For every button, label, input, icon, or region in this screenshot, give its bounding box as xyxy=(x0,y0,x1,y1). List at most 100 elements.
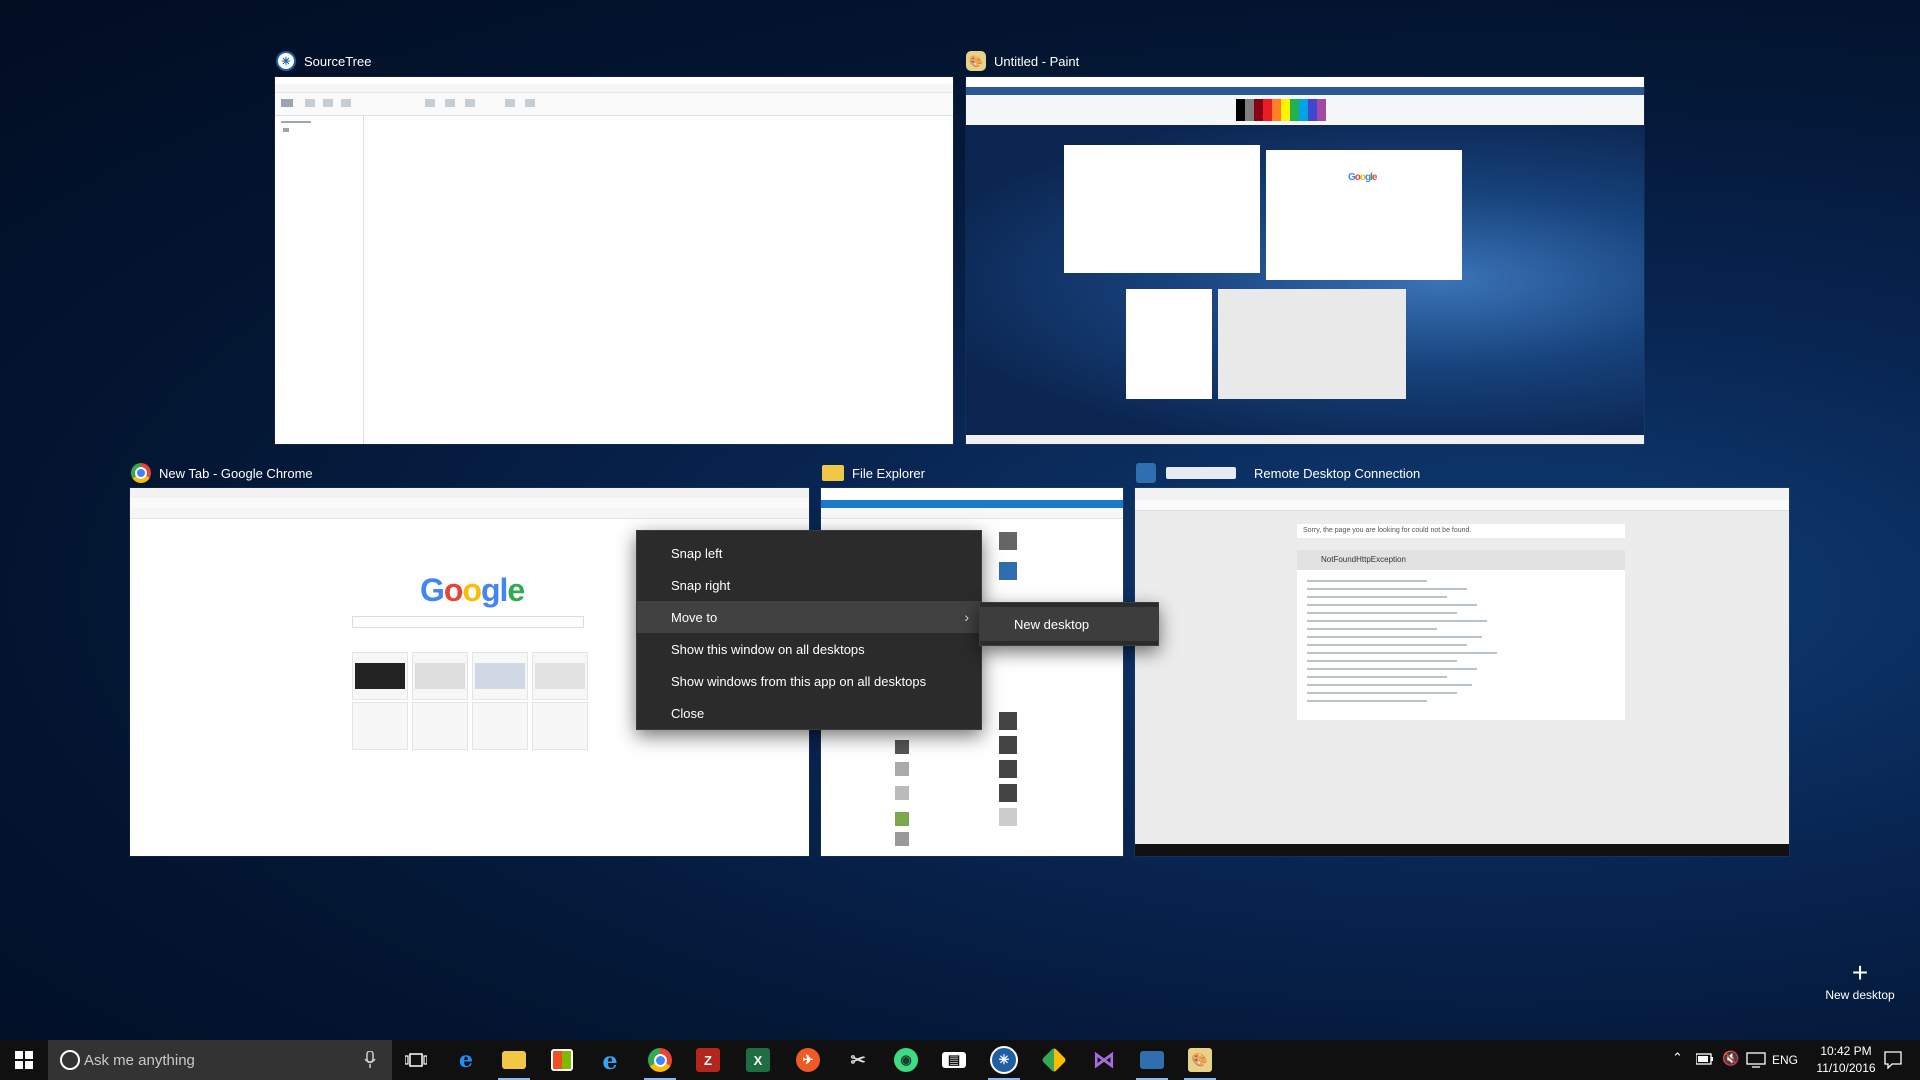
paint-inner-remote-thumb xyxy=(1218,289,1406,399)
menu-snap-left[interactable]: Snap left xyxy=(637,537,981,569)
menu-close[interactable]: Close xyxy=(637,697,981,729)
chrome-tile[interactable] xyxy=(412,702,468,750)
taskbar-excel-app[interactable]: X xyxy=(734,1040,782,1080)
language-indicator[interactable]: ENG xyxy=(1770,1053,1800,1067)
remote-title-text: Remote Desktop Connection xyxy=(1254,465,1421,481)
network-icon[interactable] xyxy=(1746,1052,1766,1068)
menu-show-window-all-desktops[interactable]: Show this window on all desktops xyxy=(637,633,981,665)
remote-stacktrace xyxy=(1297,570,1625,720)
taskbar-remote-desktop[interactable] xyxy=(1128,1040,1176,1080)
explorer-ribbon-tabs xyxy=(821,500,1123,508)
paint-ribbon-tabs xyxy=(966,87,1644,95)
move-to-submenu: New desktop xyxy=(979,602,1159,646)
remote-thumbnail[interactable]: Sorry, the page you are looking for coul… xyxy=(1135,488,1789,856)
task-view-button[interactable] xyxy=(392,1040,440,1080)
microphone-icon[interactable] xyxy=(364,1051,376,1069)
tools-icon: ✂ xyxy=(850,1049,866,1070)
taskbar-chrome[interactable] xyxy=(636,1040,684,1080)
explorer-file-list xyxy=(997,528,1117,848)
menu-snap-right[interactable]: Snap right xyxy=(637,569,981,601)
taskbar-sourcetree[interactable]: ✳ xyxy=(980,1040,1028,1080)
remote-browser-address xyxy=(1135,500,1789,511)
taskbar: Ask me anything e e Z X ✈ ✂ ◉ ▤ ✳ ⋈ 🎨 ⌃ … xyxy=(0,1040,1920,1080)
remote-inner-taskbar xyxy=(1135,844,1789,856)
store-icon xyxy=(551,1049,573,1071)
sourcetree-title-text: SourceTree xyxy=(304,53,372,69)
taskbar-store[interactable] xyxy=(538,1040,586,1080)
search-placeholder: Ask me anything xyxy=(84,1052,195,1069)
file-explorer-icon xyxy=(502,1051,526,1069)
chrome-window-title[interactable]: New Tab - Google Chrome xyxy=(131,461,313,485)
remote-window-title[interactable]: Remote Desktop Connection xyxy=(1136,461,1420,485)
chrome-search-box[interactable] xyxy=(352,616,584,628)
chrome-tile[interactable] xyxy=(472,652,528,700)
file-explorer-icon xyxy=(822,465,844,481)
taskbar-tools[interactable]: ✂ xyxy=(834,1040,882,1080)
chrome-tile[interactable] xyxy=(352,702,408,750)
postman-icon: ✈ xyxy=(796,1048,820,1072)
chrome-tile[interactable] xyxy=(352,652,408,700)
taskbar-ie[interactable]: e xyxy=(586,1040,634,1080)
mute-icon[interactable]: 🔇 xyxy=(1722,1050,1739,1067)
taskbar-filezilla[interactable]: Z xyxy=(684,1040,732,1080)
chrome-bookmarks-bar xyxy=(130,508,809,519)
chrome-tile[interactable] xyxy=(472,702,528,750)
sourcetree-icon: ✳ xyxy=(990,1046,1018,1074)
taskbar-edge[interactable]: e xyxy=(442,1040,490,1080)
menu-show-app-windows-all-desktops[interactable]: Show windows from this app on all deskto… xyxy=(637,665,981,697)
paint-window-title[interactable]: 🎨 Untitled - Paint xyxy=(966,49,1079,73)
clock-time[interactable]: 10:42 PM xyxy=(1806,1044,1886,1058)
new-desktop-button[interactable]: + New desktop xyxy=(1820,959,1900,1006)
sourcetree-toolbar xyxy=(275,93,953,116)
taskbar-postman[interactable]: ✈ xyxy=(784,1040,832,1080)
paint-inner-chrome-thumb: Google xyxy=(1266,150,1462,280)
paint-canvas: Google xyxy=(966,125,1644,435)
remote-error-banner: Sorry, the page you are looking for coul… xyxy=(1297,524,1625,538)
new-desktop-label: New desktop xyxy=(1825,988,1895,1002)
paint-icon: 🎨 xyxy=(1188,1048,1212,1072)
explorer-title-text: File Explorer xyxy=(852,465,925,481)
taskbar-visual-studio[interactable]: ⋈ xyxy=(1080,1040,1128,1080)
sourcetree-menubar xyxy=(275,84,953,93)
window-context-menu: Snap left Snap right Move to › Show this… xyxy=(636,530,982,730)
chrome-tile[interactable] xyxy=(532,652,588,700)
clock-date[interactable]: 11/10/2016 xyxy=(1806,1061,1886,1075)
chrome-google-logo: Google xyxy=(420,572,525,608)
taskbar-video[interactable]: ▤ xyxy=(930,1040,978,1080)
menu-move-to[interactable]: Move to › xyxy=(637,601,981,633)
taskbar-paint[interactable]: 🎨 xyxy=(1176,1040,1224,1080)
paint-thumbnail[interactable]: Google xyxy=(966,77,1644,444)
edge-icon: e xyxy=(459,1047,473,1073)
paint-icon: 🎨 xyxy=(966,51,986,71)
battery-icon[interactable] xyxy=(1696,1053,1714,1065)
filezilla-icon: Z xyxy=(696,1048,720,1072)
chrome-tile[interactable] xyxy=(412,652,468,700)
chrome-tile[interactable] xyxy=(532,702,588,750)
chrome-title-text: New Tab - Google Chrome xyxy=(159,465,313,481)
taskbar-file-explorer[interactable] xyxy=(490,1040,538,1080)
menu-new-desktop[interactable]: New desktop xyxy=(980,607,1158,641)
chrome-icon xyxy=(648,1048,672,1072)
start-button[interactable] xyxy=(0,1040,48,1080)
explorer-window-title[interactable]: File Explorer xyxy=(822,461,925,485)
chevron-up-icon[interactable]: ⌃ xyxy=(1672,1050,1683,1066)
cortana-search-box[interactable]: Ask me anything xyxy=(48,1040,392,1080)
remote-desktop-icon xyxy=(1136,463,1156,483)
paint-inner-google-text: Google xyxy=(1348,172,1377,183)
paint-inner-explorer-thumb xyxy=(1126,289,1212,399)
paint-ribbon xyxy=(966,95,1644,126)
sourcetree-icon: ✳ xyxy=(276,51,296,71)
clapper-icon: ▤ xyxy=(942,1052,966,1068)
taskbar-android-studio[interactable]: ◉ xyxy=(882,1040,930,1080)
cortana-circle-icon xyxy=(60,1050,80,1070)
action-center-icon[interactable] xyxy=(1884,1051,1902,1069)
paint-color-palette xyxy=(1236,99,1326,121)
redacted-host xyxy=(1166,467,1236,479)
chrome-icon xyxy=(131,463,151,483)
sourcetree-thumbnail[interactable] xyxy=(275,77,953,444)
taskbar-diamond-app[interactable] xyxy=(1030,1040,1078,1080)
explorer-address-bar xyxy=(821,508,1123,519)
sourcetree-window-title[interactable]: ✳ SourceTree xyxy=(276,49,371,73)
paint-title-text: Untitled - Paint xyxy=(994,53,1080,69)
chevron-right-icon: › xyxy=(964,609,969,625)
